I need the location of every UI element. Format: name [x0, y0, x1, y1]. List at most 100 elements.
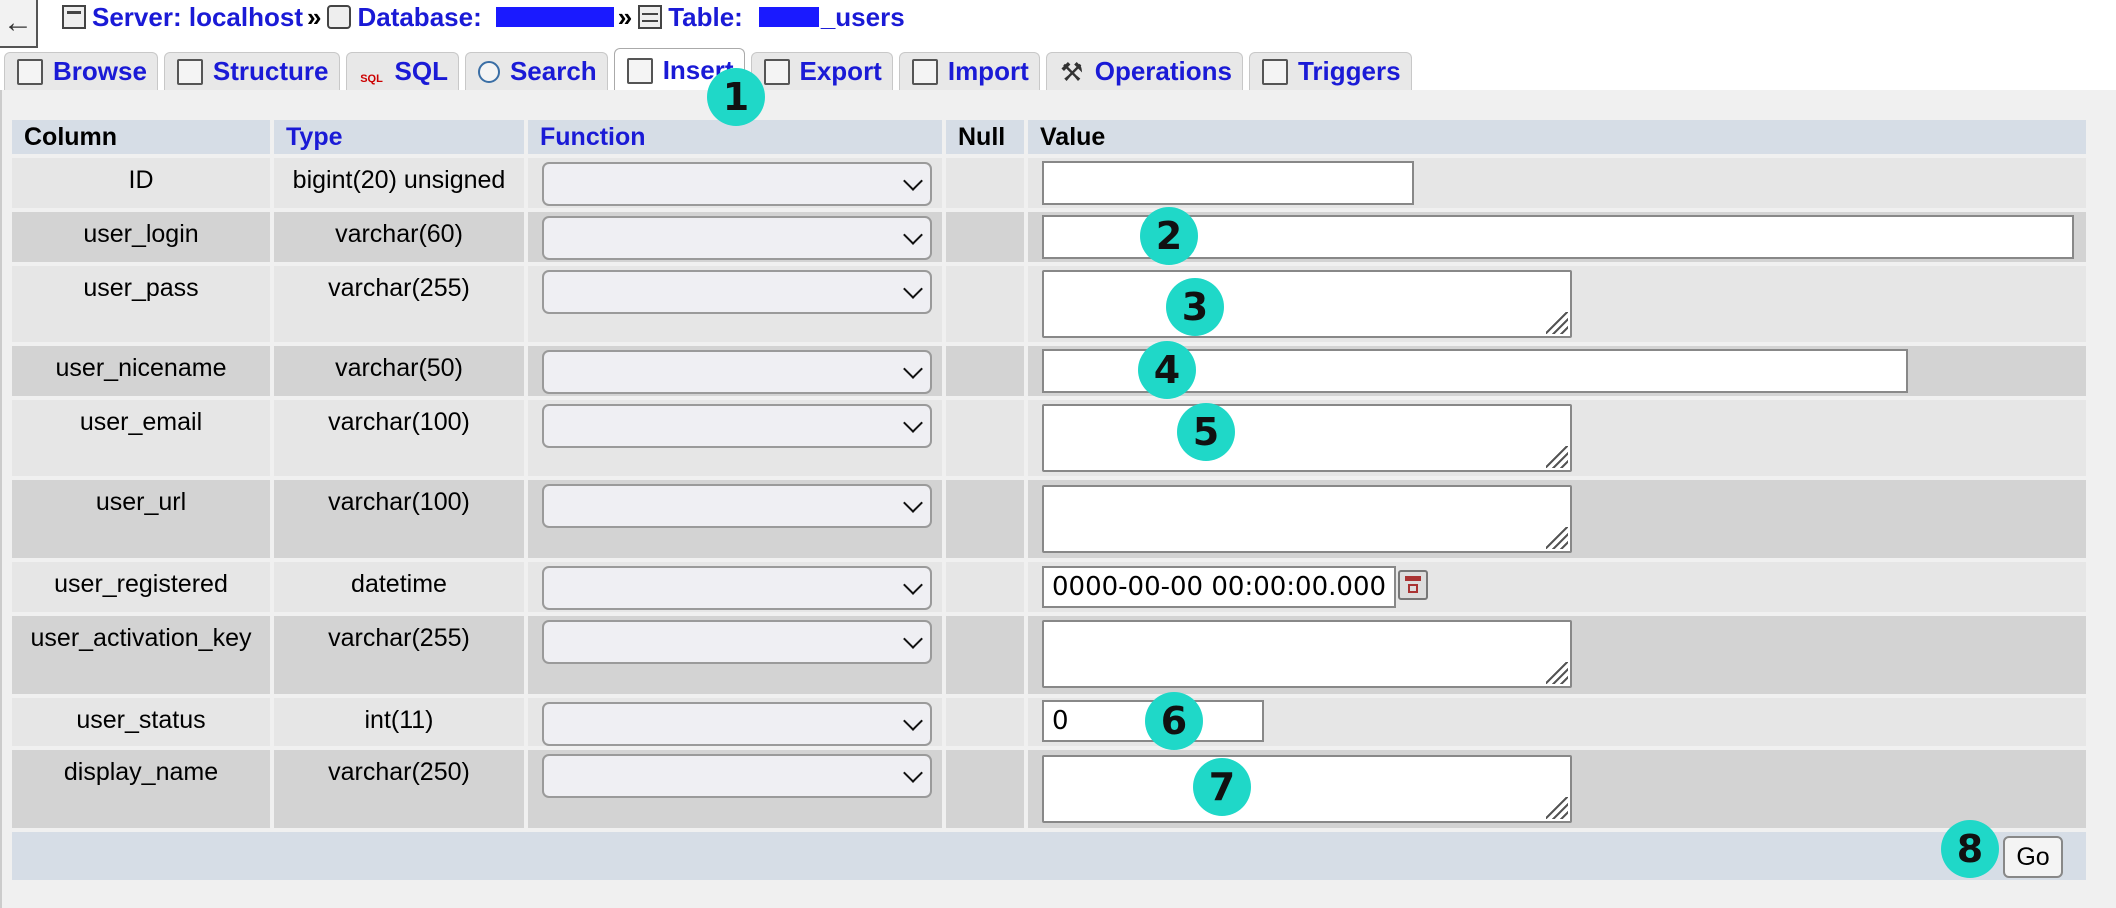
row-type: int(11)	[274, 698, 524, 746]
row-column-name: user_url	[12, 480, 270, 558]
breadcrumb-table-label: Table:	[668, 1, 743, 32]
row-null-cell	[946, 698, 1024, 746]
tab-operations[interactable]: ⚒ Operations	[1045, 52, 1243, 90]
header-null: Null	[946, 120, 1024, 154]
function-select[interactable]	[542, 350, 932, 394]
function-select[interactable]	[542, 566, 932, 610]
tab-import[interactable]: Import	[898, 52, 1040, 90]
tab-label: Browse	[53, 56, 147, 86]
triggers-icon	[1261, 58, 1288, 85]
row-column-name: user_email	[12, 400, 270, 476]
row-type: varchar(255)	[274, 266, 524, 342]
redacted-table-prefix	[758, 7, 819, 27]
structure-icon	[176, 58, 203, 85]
tab-sql[interactable]: SQL SQL	[345, 52, 459, 90]
row-null-cell	[946, 562, 1024, 612]
breadcrumb-server-label: Server: localhost	[92, 1, 303, 32]
row-null-cell	[946, 346, 1024, 396]
header-type[interactable]: Type	[274, 120, 524, 154]
form-footer	[12, 832, 2086, 880]
server-icon	[62, 5, 86, 29]
row-type: varchar(100)	[274, 480, 524, 558]
tab-label: Triggers	[1297, 56, 1401, 86]
value-field-display-name[interactable]	[1042, 755, 1572, 823]
function-select[interactable]	[542, 702, 932, 746]
row-type: varchar(250)	[274, 750, 524, 828]
breadcrumb-separator: »	[306, 1, 322, 32]
step-marker: 8	[1941, 820, 1999, 878]
tab-label: Operations	[1094, 56, 1232, 86]
function-select[interactable]	[542, 620, 932, 664]
back-button[interactable]: ←	[0, 0, 38, 48]
breadcrumb: Server: localhost » Database: » Table: _…	[62, 0, 905, 34]
value-field-user-pass[interactable]	[1042, 270, 1572, 338]
function-select[interactable]	[542, 270, 932, 314]
value-field-user-email[interactable]	[1042, 404, 1572, 472]
breadcrumb-separator: »	[617, 1, 633, 32]
tab-export[interactable]: Export	[750, 52, 893, 90]
breadcrumb-table[interactable]: Table: _users	[638, 1, 905, 33]
search-icon	[477, 60, 500, 83]
go-button[interactable]: Go	[2003, 836, 2063, 878]
row-type: varchar(100)	[274, 400, 524, 476]
breadcrumb-table-suffix: _users	[820, 1, 905, 32]
tab-label: Structure	[212, 56, 329, 86]
row-column-name: user_registered	[12, 562, 270, 612]
sql-icon: SQL	[360, 72, 383, 85]
row-null-cell	[946, 750, 1024, 828]
function-select[interactable]	[542, 216, 932, 260]
value-field-user-url[interactable]	[1042, 485, 1572, 553]
row-column-name: display_name	[12, 750, 270, 828]
value-field-user-activation-key[interactable]	[1042, 620, 1572, 688]
step-marker: 4	[1138, 341, 1196, 399]
row-type: datetime	[274, 562, 524, 612]
export-icon	[763, 58, 790, 85]
breadcrumb-database[interactable]: Database:	[327, 1, 614, 33]
row-null-cell	[946, 616, 1024, 694]
operations-icon: ⚒	[1060, 56, 1084, 87]
row-null-cell	[946, 266, 1024, 342]
function-select[interactable]	[542, 162, 932, 206]
row-column-name: user_nicename	[12, 346, 270, 396]
row-column-name: user_pass	[12, 266, 270, 342]
insert-icon	[626, 57, 653, 84]
header-value: Value	[1028, 120, 2086, 154]
row-null-cell	[946, 400, 1024, 476]
function-select[interactable]	[542, 404, 932, 448]
step-marker: 2	[1140, 207, 1198, 265]
step-marker: 3	[1166, 278, 1224, 336]
step-marker: 7	[1193, 758, 1251, 816]
row-column-name: ID	[12, 158, 270, 208]
function-select[interactable]	[542, 484, 932, 528]
row-null-cell	[946, 158, 1024, 208]
database-icon	[327, 5, 352, 29]
breadcrumb-database-label: Database:	[357, 1, 482, 32]
tab-browse[interactable]: Browse	[4, 52, 158, 90]
import-icon	[911, 58, 938, 85]
tab-label: Import	[947, 56, 1029, 86]
row-type: varchar(60)	[274, 212, 524, 262]
row-type: varchar(255)	[274, 616, 524, 694]
row-null-cell	[946, 480, 1024, 558]
tab-search[interactable]: Search	[464, 52, 608, 90]
row-null-cell	[946, 212, 1024, 262]
tab-label: SQL	[394, 56, 448, 86]
table-icon	[638, 5, 663, 29]
function-select[interactable]	[542, 754, 932, 798]
tab-label: Export	[799, 56, 882, 86]
step-marker: 1	[707, 68, 765, 126]
breadcrumb-server[interactable]: Server: localhost	[62, 2, 303, 33]
step-marker: 6	[1145, 692, 1203, 750]
header-column: Column	[12, 120, 270, 154]
row-column-name: user_login	[12, 212, 270, 262]
tab-structure[interactable]: Structure	[163, 52, 340, 90]
redacted-database-name	[495, 7, 614, 27]
value-field-ID[interactable]	[1042, 161, 1414, 205]
browse-icon	[17, 58, 43, 85]
row-column-name: user_status	[12, 698, 270, 746]
row-type: varchar(50)	[274, 346, 524, 396]
row-column-name: user_activation_key	[12, 616, 270, 694]
value-field-user-registered[interactable]	[1042, 566, 1396, 608]
calendar-icon[interactable]	[1398, 570, 1428, 600]
tab-triggers[interactable]: Triggers	[1248, 52, 1412, 90]
